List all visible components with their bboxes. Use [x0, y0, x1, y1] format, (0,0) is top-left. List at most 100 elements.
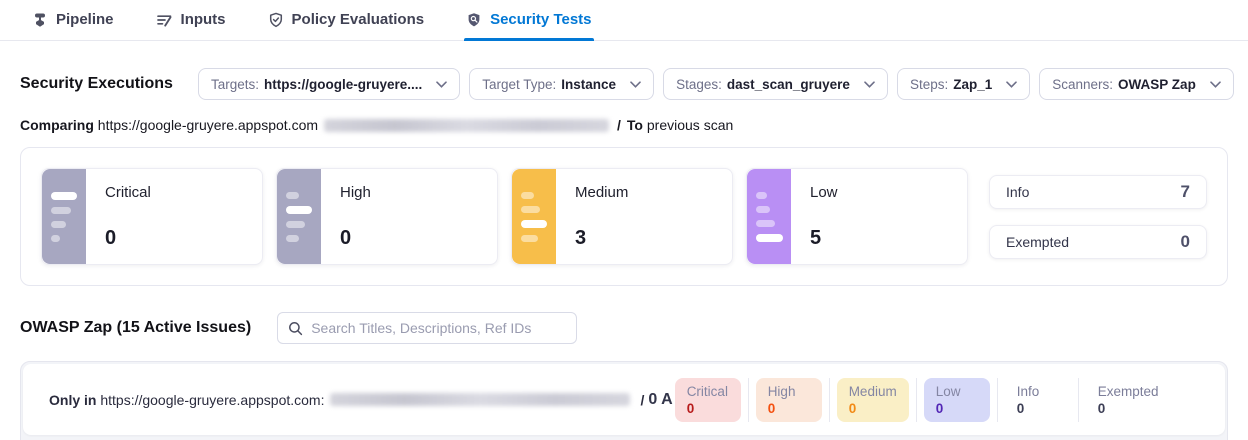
target-type-dropdown[interactable]: Target Type: Instance [469, 68, 654, 100]
severity-bars-icon [747, 169, 791, 264]
low-card[interactable]: Low 5 [746, 168, 968, 265]
severity-summary-panel: Critical 0 High 0 Medium 3 [20, 147, 1228, 286]
inputs-icon [156, 12, 173, 28]
page-title: Security Executions [20, 75, 173, 93]
dropdown-value: https://google-gruyere.... [264, 77, 422, 92]
targets-dropdown[interactable]: Targets: https://google-gruyere.... [198, 68, 460, 100]
chip-label: Exempted [1098, 384, 1159, 399]
search-input[interactable] [311, 320, 566, 336]
redacted-text [324, 119, 609, 132]
tab-inputs[interactable]: Inputs [154, 1, 228, 40]
severity-label: Info [1006, 184, 1029, 200]
exempted-chip: Exempted 0 [1086, 378, 1171, 422]
divider [748, 378, 749, 422]
high-card[interactable]: High 0 [276, 168, 498, 265]
security-executions-header: Security Executions Targets: https://goo… [20, 68, 1228, 100]
severity-count: 3 [575, 227, 628, 250]
comparing-label: Comparing [20, 117, 94, 133]
comparing-url: https://google-gruyere.appspot.com [98, 117, 318, 133]
chip-count: 0 [936, 401, 978, 416]
severity-bars-icon [277, 169, 321, 264]
divider [997, 378, 998, 422]
tab-policy-evaluations[interactable]: Policy Evaluations [266, 1, 427, 40]
tab-pipeline[interactable]: Pipeline [30, 1, 116, 40]
severity-bars-icon [42, 169, 86, 264]
critical-chip: Critical 0 [675, 378, 741, 422]
issues-section-header: OWASP Zap (15 Active Issues) [20, 312, 1228, 344]
chevron-down-icon [1006, 81, 1017, 88]
tab-label: Inputs [181, 11, 226, 28]
comparing-line: Comparing https://google-gruyere.appspot… [20, 117, 1228, 133]
dropdown-label: Target Type: [482, 77, 556, 92]
dropdown-label: Scanners: [1052, 77, 1113, 92]
info-card[interactable]: Info 7 [989, 175, 1207, 209]
severity-chips: Critical 0 High 0 Medium 0 Low 0 [675, 378, 1171, 422]
severity-count: 0 [1181, 232, 1190, 252]
to-label: To [627, 117, 643, 133]
search-box[interactable] [277, 312, 577, 344]
dropdown-label: Steps: [910, 77, 948, 92]
row-url: https://google-gruyere.appspot.com: [100, 392, 324, 408]
separator: / [617, 117, 621, 133]
chip-label: Low [936, 384, 978, 399]
issues-section-title: OWASP Zap (15 Active Issues) [20, 319, 251, 337]
severity-label: Exempted [1006, 234, 1069, 250]
chevron-down-icon [436, 81, 447, 88]
scanners-dropdown[interactable]: Scanners: OWASP Zap [1039, 68, 1234, 100]
steps-dropdown[interactable]: Steps: Zap_1 [897, 68, 1030, 100]
separator: / [640, 392, 644, 408]
severity-label: Critical [105, 184, 151, 201]
severity-count: 0 [105, 227, 151, 250]
severity-count: 7 [1181, 182, 1190, 202]
divider [1078, 378, 1079, 422]
medium-chip: Medium 0 [837, 378, 909, 422]
tab-security-tests[interactable]: Security Tests [464, 1, 593, 40]
chip-count: 0 [849, 401, 897, 416]
security-tests-icon [466, 12, 482, 28]
chevron-down-icon [864, 81, 875, 88]
dropdown-value: dast_scan_gruyere [727, 77, 850, 92]
filter-dropdowns: Targets: https://google-gruyere.... Targ… [198, 68, 1234, 100]
dropdown-value: Instance [561, 77, 616, 92]
dropdown-label: Targets: [211, 77, 259, 92]
dropdown-value: OWASP Zap [1118, 77, 1196, 92]
info-exempted-column: Info 7 Exempted 0 [989, 175, 1207, 259]
chip-label: Medium [849, 384, 897, 399]
chevron-down-icon [630, 81, 641, 88]
tab-label: Security Tests [490, 11, 591, 28]
chip-label: High [768, 384, 810, 399]
pipeline-icon [32, 12, 48, 28]
exempted-card[interactable]: Exempted 0 [989, 225, 1207, 259]
tab-label: Policy Evaluations [292, 11, 425, 28]
chip-label: Info [1017, 384, 1059, 399]
only-in-row[interactable]: Only in https://google-gruyere.appspot.c… [23, 364, 1225, 435]
severity-label: Low [810, 184, 838, 201]
to-value: previous scan [647, 117, 733, 133]
stages-dropdown[interactable]: Stages: dast_scan_gruyere [663, 68, 888, 100]
info-chip: Info 0 [1005, 378, 1071, 422]
critical-card[interactable]: Critical 0 [41, 168, 263, 265]
only-in-label: Only in [49, 392, 96, 408]
chevron-down-icon [1210, 81, 1221, 88]
severity-count: 5 [810, 227, 838, 250]
search-icon [288, 321, 303, 336]
severity-label: High [340, 184, 371, 201]
severity-bars-icon [512, 169, 556, 264]
dropdown-label: Stages: [676, 77, 722, 92]
tab-bar: Pipeline Inputs Policy Evaluations Secur… [0, 0, 1248, 41]
chip-count: 0 [687, 401, 729, 416]
chip-count: 0 [1017, 401, 1059, 416]
policy-evaluations-icon [268, 12, 284, 28]
severity-label: Medium [575, 184, 628, 201]
chip-label: Critical [687, 384, 729, 399]
dropdown-value: Zap_1 [953, 77, 992, 92]
chip-count: 0 [768, 401, 810, 416]
tab-label: Pipeline [56, 11, 114, 28]
divider [829, 378, 830, 422]
medium-card[interactable]: Medium 3 [511, 168, 733, 265]
issues-table: Only in https://google-gruyere.appspot.c… [20, 361, 1228, 440]
high-chip: High 0 [756, 378, 822, 422]
divider [916, 378, 917, 422]
low-chip: Low 0 [924, 378, 990, 422]
severity-count: 0 [340, 227, 371, 250]
